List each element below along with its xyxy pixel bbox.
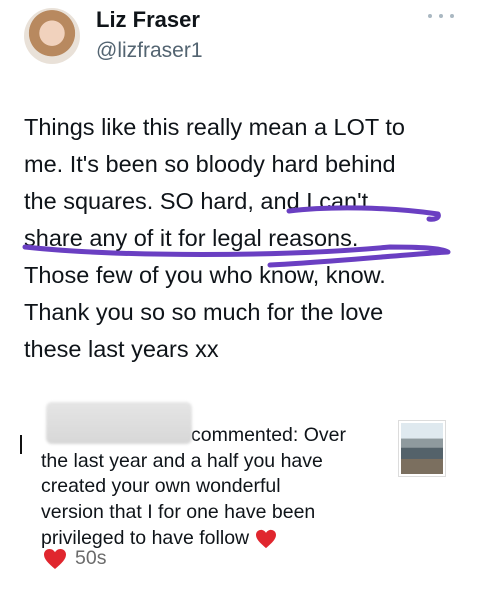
comment-line: privileged to have follow bbox=[41, 526, 250, 549]
comment-time: 50s bbox=[75, 547, 107, 569]
heart-icon bbox=[255, 529, 276, 548]
commenter-redaction bbox=[46, 402, 192, 444]
comment-line: version that I for one have been bbox=[41, 501, 316, 524]
post-thumbnail[interactable] bbox=[398, 420, 446, 477]
comment-line: the last year and a half you have bbox=[41, 449, 323, 472]
heart-icon[interactable] bbox=[43, 548, 67, 570]
comment-line-mark bbox=[20, 435, 22, 454]
comment-line: created your own wonderful bbox=[41, 475, 281, 498]
comment-meta: 50s bbox=[43, 547, 106, 570]
